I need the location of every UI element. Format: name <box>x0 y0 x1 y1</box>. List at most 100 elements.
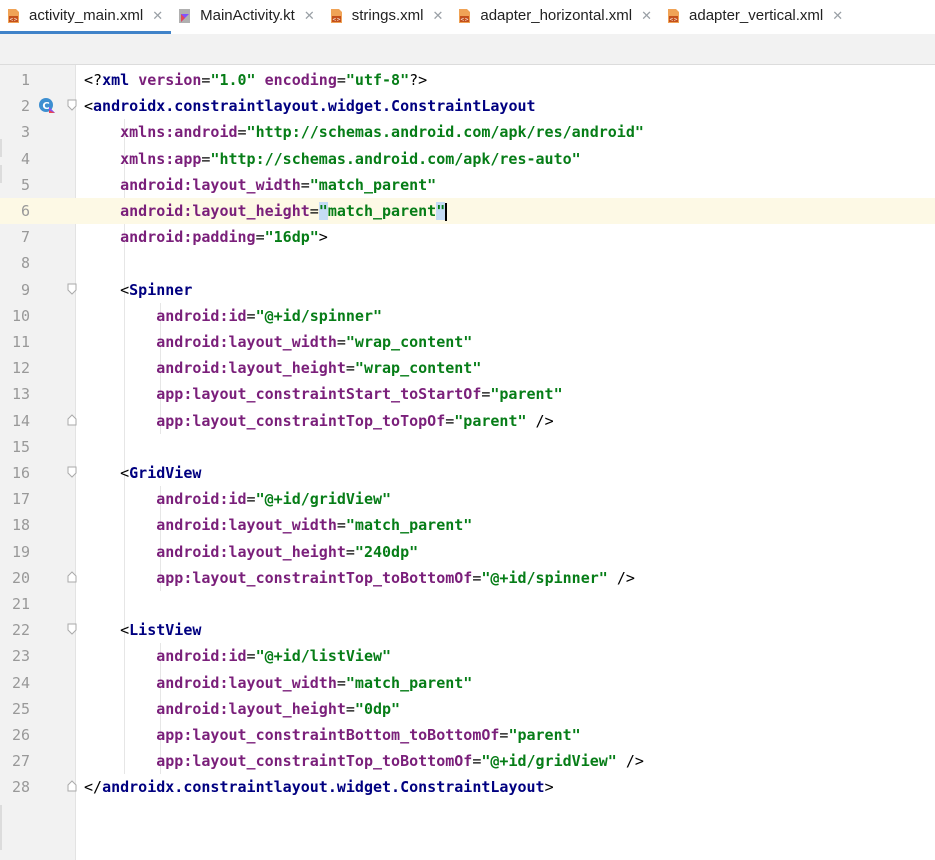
close-icon[interactable]: ✕ <box>152 8 163 24</box>
token-at: id <box>228 306 247 325</box>
token-br: < <box>120 464 130 482</box>
code-line[interactable]: 3 xmlns:android="http://schemas.android.c… <box>0 119 935 145</box>
code-text: <?xml version="1.0" encoding="utf-8"?> <box>84 67 427 93</box>
code-line[interactable]: 5 android:layout_width="match_parent" <box>0 172 935 198</box>
token-at: layout_height <box>192 202 310 220</box>
line-number: 27 <box>11 752 30 771</box>
code-text: app:layout_constraintStart_toStartOf="pa… <box>156 381 562 407</box>
code-line[interactable]: 25 android:layout_height="0dp" <box>0 696 935 722</box>
tab-activity-main-xml[interactable]: <> activity_main.xml ✕ <box>0 0 172 34</box>
code-text: android:layout_height="0dp" <box>156 696 400 722</box>
token-br: < <box>84 97 94 116</box>
token-at: padding <box>192 228 256 247</box>
code-line[interactable]: 24 android:layout_width="match_parent" <box>0 670 935 696</box>
line-number: 24 <box>11 673 30 692</box>
code-line[interactable]: 23 android:id="@+id/listView" <box>0 643 935 669</box>
token-ns: app: <box>156 752 193 771</box>
code-line[interactable]: 8 <box>0 250 935 276</box>
code-line[interactable]: 26 app:layout_constraintBottom_toBottomOf… <box>0 722 935 748</box>
fold-open-icon[interactable] <box>67 99 77 111</box>
kotlin-file-icon <box>177 8 193 24</box>
fold-open-icon[interactable] <box>67 466 77 478</box>
code-text: android:layout_width="match_parent" <box>156 670 472 696</box>
fold-open-icon[interactable] <box>67 283 77 295</box>
code-line[interactable]: 28 </androidx.constraintlayout.widget.Con… <box>0 774 935 800</box>
line-number: 3 <box>20 123 30 142</box>
code-line[interactable]: 20 app:layout_constraintTop_toBottomOf="@… <box>0 565 935 591</box>
token-pi: xml <box>102 71 139 89</box>
fold-open-icon[interactable] <box>67 623 77 635</box>
token-br: < <box>120 621 130 640</box>
code-line[interactable]: 18 android:layout_width="match_parent" <box>0 512 935 538</box>
token-br: <? <box>84 71 103 89</box>
code-line[interactable]: 27 app:layout_constraintTop_toBottomOf="@… <box>0 748 935 774</box>
tab-adapter-horizontal-xml[interactable]: <> adapter_horizontal.xml ✕ <box>451 0 660 34</box>
token-at: layout_width <box>228 516 337 535</box>
code-line[interactable]: 12 android:layout_height="wrap_content" <box>0 355 935 381</box>
fold-close-icon[interactable] <box>67 413 77 426</box>
line-number: 19 <box>11 542 30 561</box>
close-icon[interactable]: ✕ <box>304 8 315 24</box>
code-text: android:id="@+id/gridView" <box>156 486 391 512</box>
code-line[interactable]: 17 android:id="@+id/gridView" <box>0 486 935 512</box>
xml-file-icon: <> <box>329 8 345 24</box>
code-line[interactable]: 22 <ListView <box>0 617 935 643</box>
code-line[interactable]: 19 android:layout_height="240dp" <box>0 539 935 565</box>
code-text: <GridView <box>120 460 201 486</box>
xml-file-icon: <> <box>457 8 473 24</box>
code-line[interactable]: 4 xmlns:app="http://schemas.android.com/a… <box>0 146 935 172</box>
code-line[interactable]: 14 app:layout_constraintTop_toTopOf="pare… <box>0 408 935 434</box>
token-str: "parent" <box>454 411 527 430</box>
token-ns: android: <box>120 202 193 220</box>
line-number: 17 <box>11 490 30 509</box>
fold-close-icon[interactable] <box>67 571 77 583</box>
code-line[interactable]: 2 C <androidx.constraintlayout.widget.Cons… <box>0 93 935 119</box>
close-icon[interactable]: ✕ <box>832 8 843 24</box>
code-text: android:layout_width="wrap_content" <box>156 329 472 355</box>
kotlin-class-icon[interactable]: C <box>38 97 56 115</box>
tab-label: adapter_horizontal.xml <box>480 7 633 24</box>
code-line[interactable]: 9 <Spinner <box>0 277 935 303</box>
tab-adapter-vertical-xml[interactable]: <> adapter_vertical.xml ✕ <box>660 0 851 34</box>
token-ns: android: <box>156 542 229 561</box>
token-str: "utf-8" <box>345 71 410 89</box>
code-line[interactable]: 16 <GridView <box>0 460 935 486</box>
token-ns: android: <box>156 306 229 325</box>
code-line[interactable]: 7 android:padding="16dp"> <box>0 224 935 250</box>
line-number: 16 <box>11 464 30 482</box>
token-str: "wrap_content" <box>354 359 482 378</box>
fold-close-icon[interactable] <box>67 780 77 792</box>
token-br: = <box>345 699 355 718</box>
breadcrumb-bar <box>0 34 935 65</box>
code-line[interactable]: 11 android:layout_width="wrap_content" <box>0 329 935 355</box>
code-line[interactable]: 15 <box>0 434 935 460</box>
close-icon[interactable]: ✕ <box>641 8 652 24</box>
code-line[interactable]: 1 <?xml version="1.0" encoding="utf-8"?> <box>0 67 935 93</box>
token-ns: xmlns: <box>120 123 175 142</box>
token-at: layout_width <box>228 333 337 351</box>
token-ns: android: <box>156 647 229 666</box>
token-ns: app: <box>156 411 193 430</box>
code-line[interactable]: 10 android:id="@+id/spinner" <box>0 303 935 329</box>
token-str: "parent" <box>508 726 581 744</box>
token-br: = <box>336 673 346 692</box>
matched-quote: " <box>436 202 446 220</box>
tab-mainactivity-kt[interactable]: MainActivity.kt ✕ <box>171 0 323 34</box>
token-str: "@+id/listView" <box>255 647 392 666</box>
line-number: 14 <box>11 411 30 430</box>
code-text: app:layout_constraintTop_toBottomOf="@+i… <box>156 565 635 591</box>
token-ns: android: <box>156 699 229 718</box>
code-text: android:id="@+id/spinner" <box>156 303 382 329</box>
close-icon[interactable]: ✕ <box>432 8 443 24</box>
code-line[interactable]: 21 <box>0 591 935 617</box>
token-ns: android: <box>156 673 229 692</box>
tab-strings-xml[interactable]: <> strings.xml ✕ <box>323 0 452 34</box>
token-at: android <box>174 123 238 142</box>
token-at: app <box>174 149 202 168</box>
code-line[interactable]: 6 android:layout_height="match_parent" <box>0 198 935 224</box>
code-line[interactable]: 13 app:layout_constraintStart_toStartOf="… <box>0 381 935 407</box>
token-str: "@+id/gridView" <box>481 752 617 771</box>
token-br: = <box>246 306 256 325</box>
code-editor[interactable]: 1 <?xml version="1.0" encoding="utf-8"?> 2… <box>0 65 935 860</box>
svg-text:<>: <> <box>669 17 677 23</box>
